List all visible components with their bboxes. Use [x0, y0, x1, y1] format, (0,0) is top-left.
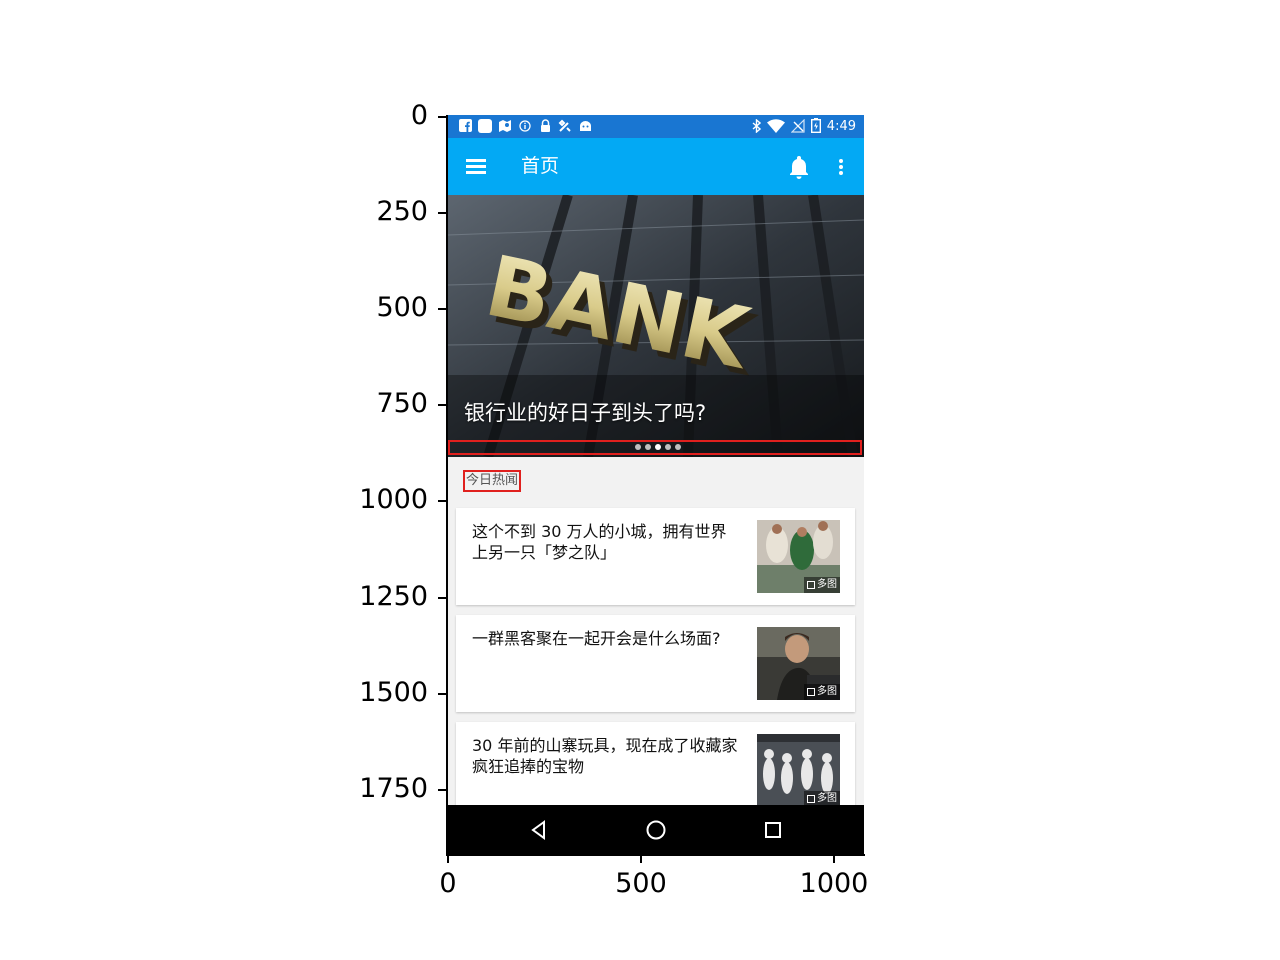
back-icon[interactable]: [527, 818, 551, 842]
app-bar: 首页: [448, 138, 864, 195]
android-icon: [578, 118, 592, 133]
carousel-dot[interactable]: [635, 444, 641, 450]
page-title: 首页: [521, 155, 560, 177]
more-vert-icon[interactable]: [834, 153, 848, 181]
y-tick-label: 500: [376, 292, 428, 323]
multi-image-label: 多图: [817, 579, 837, 590]
news-thumbnail: 多图: [757, 520, 840, 593]
y-tick: [438, 597, 446, 599]
y-tick: [438, 212, 446, 214]
y-tick: [438, 308, 446, 310]
carousel-dot-active[interactable]: [655, 444, 661, 450]
carousel-dot[interactable]: [645, 444, 651, 450]
x-tick-label: 500: [615, 868, 667, 899]
news-card[interactable]: 一群黑客聚在一起开会是什么场面? 多图: [456, 615, 855, 712]
news-title: 这个不到 30 万人的小城，拥有世界上另一只「梦之队」: [472, 522, 727, 562]
maps-icon: [498, 118, 512, 133]
y-tick-label: 750: [376, 388, 428, 419]
banner-carousel[interactable]: BANK BANK 银行业的好日子到头了吗?: [448, 195, 864, 457]
info-icon: [518, 118, 532, 133]
x-tick-label: 1000: [799, 868, 869, 899]
bell-icon[interactable]: [786, 153, 812, 181]
system-nav-bar: [448, 805, 864, 855]
gallery-icon: [807, 581, 815, 589]
no-signal-icon: [790, 118, 805, 136]
y-tick-label: 0: [410, 100, 428, 131]
news-title: 一群黑客聚在一起开会是什么场面?: [472, 629, 721, 648]
lock-icon: [538, 118, 552, 133]
multi-image-badge: 多图: [804, 684, 840, 700]
y-tick-label: 1750: [359, 773, 428, 804]
y-tick: [438, 404, 446, 406]
carousel-dots: [635, 444, 681, 450]
news-thumbnail: 多图: [757, 734, 840, 807]
section-label: 今日热闻: [463, 470, 522, 492]
facebook-icon: [458, 118, 472, 133]
menu-icon[interactable]: [462, 152, 490, 180]
app-icon: [478, 118, 492, 133]
home-icon[interactable]: [644, 818, 668, 842]
y-tick: [438, 789, 446, 791]
wifi-icon: [766, 118, 785, 136]
gallery-icon: [807, 795, 815, 803]
news-card[interactable]: 这个不到 30 万人的小城，拥有世界上另一只「梦之队」 多图: [456, 508, 855, 605]
y-tick-label: 250: [376, 196, 428, 227]
news-thumbnail: 多图: [757, 627, 840, 700]
x-tick: [447, 855, 449, 863]
x-tick: [640, 855, 642, 863]
battery-icon: [810, 118, 821, 136]
x-tick-label: 0: [439, 868, 457, 899]
y-tick: [438, 693, 446, 695]
status-right-icons: 4:49: [752, 117, 856, 136]
y-tick-label: 1000: [359, 484, 428, 515]
multi-image-badge: 多图: [804, 577, 840, 593]
y-tick-label: 1250: [359, 581, 428, 612]
status-time: 4:49: [826, 119, 856, 134]
carousel-dot[interactable]: [665, 444, 671, 450]
banner-caption[interactable]: 银行业的好日子到头了吗?: [464, 399, 706, 427]
carousel-indicator: [448, 440, 862, 455]
status-left-icons: [458, 118, 592, 133]
news-title: 30 年前的山寨玩具，现在成了收藏家疯狂追捧的宝物: [472, 736, 738, 776]
y-tick: [438, 116, 446, 118]
tools-icon: [558, 118, 572, 133]
phone-screen: 4:49 首页 BANK BANK 银行业的好日子到头了吗? 今日热闻 这个不到…: [448, 115, 864, 855]
y-tick-label: 1500: [359, 677, 428, 708]
bluetooth-icon: [752, 117, 761, 136]
carousel-dot[interactable]: [675, 444, 681, 450]
status-bar: 4:49: [448, 115, 864, 138]
y-tick: [438, 500, 446, 502]
x-tick: [833, 855, 835, 863]
recents-icon[interactable]: [761, 818, 785, 842]
gallery-icon: [807, 688, 815, 696]
multi-image-label: 多图: [817, 686, 837, 697]
